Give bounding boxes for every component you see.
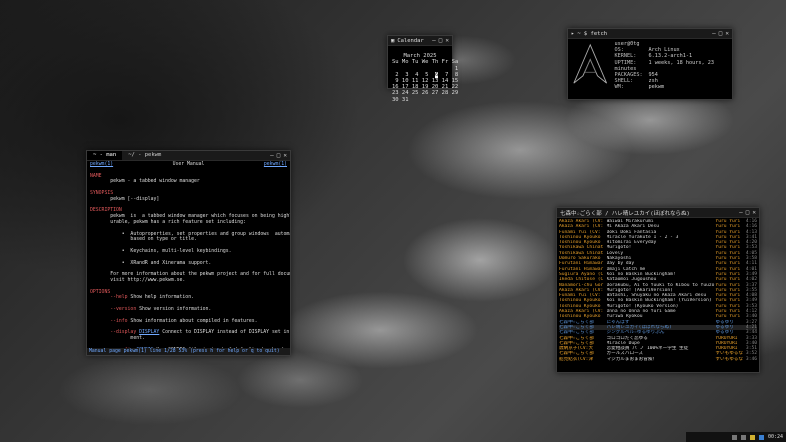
fetch-window[interactable]: ▸ ~ $ fetch ‒ □ ✕ user@0tg OS: Arch Linux… — [567, 28, 733, 100]
tab-pekwm[interactable]: ~/ - pekwm — [122, 151, 167, 160]
fetch-value: zsh — [648, 78, 658, 85]
man-header-center: User Manual — [172, 162, 205, 167]
man-page-content: pekwm(1) User Manual pekwm(1) NAME pekwm -… — [90, 162, 290, 350]
system-tray: 00:24 — [686, 432, 786, 442]
tray-app-icon[interactable] — [731, 434, 737, 440]
minimize-icon[interactable]: ‒ — [739, 209, 743, 216]
fetch-value: 954 — [648, 72, 658, 79]
calendar-window-icon: ▣ — [391, 37, 395, 44]
close-icon[interactable]: ✕ — [283, 152, 287, 159]
music-player-window[interactable]: 七森中☆ごらく部 / ハレ晴レユカイ(ほぼれならぬ) ‒ □ ✕ Akaza A… — [556, 207, 760, 373]
fetch-value: pekwm — [648, 84, 665, 91]
calendar-week-row: 23 24 25 26 27 28 29 — [392, 90, 459, 97]
maximize-icon[interactable]: □ — [719, 30, 723, 37]
man-titlebar[interactable]: ~ - man ~/ - pekwm ‒ □ ✕ — [87, 151, 290, 161]
playlist-window-title: 七森中☆ごらく部 / ハレ晴レユカイ(ほぼれならぬ) — [560, 210, 690, 217]
calendar-weeks: 1 2 3 4 5 6 7 8 9 10 11 12 13 14 15 16 17… — [392, 65, 459, 103]
man-header-right: pekwm(1) — [263, 162, 287, 167]
maximize-icon[interactable]: □ — [439, 37, 443, 44]
arch-logo-icon — [573, 43, 608, 84]
fetch-row: WM: pekwm — [614, 84, 728, 90]
calendar-grid: March 2025 Su Mo Tu We Th Fr Sa 1 2 3 4 5… — [388, 46, 459, 116]
playlist: Akaza Akari (CV: Waiwai Mirakurumi Yuru Yu… — [557, 218, 759, 372]
track-duration: 3:46 — [745, 356, 757, 362]
tray-network-icon[interactable] — [758, 434, 764, 440]
fetch-value: Arch Linux — [648, 47, 680, 54]
track-album: すいもゆるなら — [715, 356, 743, 362]
fetch-window-title: ~ $ fetch — [577, 30, 608, 37]
playlist-titlebar[interactable]: 七森中☆ごらく部 / ハレ晴レユカイ(ほぼれならぬ) ‒ □ ✕ — [557, 208, 759, 218]
tab-man[interactable]: ~ - man — [87, 151, 123, 160]
close-icon[interactable]: ✕ — [445, 37, 449, 44]
track-title: マジカルまおまお冒険！ — [606, 356, 658, 362]
minimize-icon[interactable]: ‒ — [712, 30, 716, 37]
terminal-icon: ▸ — [571, 30, 575, 37]
tray-warning-icon[interactable] — [749, 434, 755, 440]
fetch-row: UPTIME: 1 weeks, 18 hours, 23 minutes — [614, 60, 728, 72]
calendar-titlebar[interactable]: ▣ Calendar ‒ □ ✕ — [388, 36, 452, 46]
maximize-icon[interactable]: □ — [277, 152, 281, 159]
close-icon[interactable]: ✕ — [725, 30, 729, 37]
calendar-week-row: 1 — [392, 65, 459, 72]
tray-clock: 00:24 — [767, 434, 783, 440]
tray-app-icon[interactable] — [740, 434, 746, 440]
calendar-window-title: Calendar — [397, 37, 424, 44]
fetch-key: WM: — [614, 84, 624, 91]
calendar-today: 6 — [435, 71, 439, 78]
calendar-weekdays: Su Mo Tu We Th Fr Sa — [392, 59, 459, 66]
playlist-row[interactable]: 船見結衣(CV:津 マジカルまおまお冒険！ すいもゆるなら3:46 — [559, 357, 757, 362]
minimize-icon[interactable]: ‒ — [432, 37, 436, 44]
track-artist: 船見結衣(CV:津 — [559, 356, 594, 362]
man-header-left: pekwm(1) — [90, 162, 114, 167]
calendar-window[interactable]: ▣ Calendar ‒ □ ✕ March 2025 Su Mo Tu We T… — [387, 35, 458, 103]
man-status-line: Manual page pekwm(1) line 1/28 53% (pres… — [87, 348, 290, 355]
fetch-titlebar[interactable]: ▸ ~ $ fetch ‒ □ ✕ — [568, 29, 732, 39]
fetch-value: 6.13.2-arch1-1 — [648, 53, 693, 60]
minimize-icon[interactable]: ‒ — [270, 152, 274, 159]
man-terminal-window[interactable]: ~ - man ~/ - pekwm ‒ □ ✕ pekwm(1) User Ma… — [86, 150, 291, 356]
maximize-icon[interactable]: □ — [746, 209, 750, 216]
calendar-week-row: 30 31 — [392, 96, 409, 103]
fetch-info: user@0tg OS: Arch Linux KERNEL: 6.13.2-arch… — [614, 41, 728, 91]
close-icon[interactable]: ✕ — [752, 209, 756, 216]
